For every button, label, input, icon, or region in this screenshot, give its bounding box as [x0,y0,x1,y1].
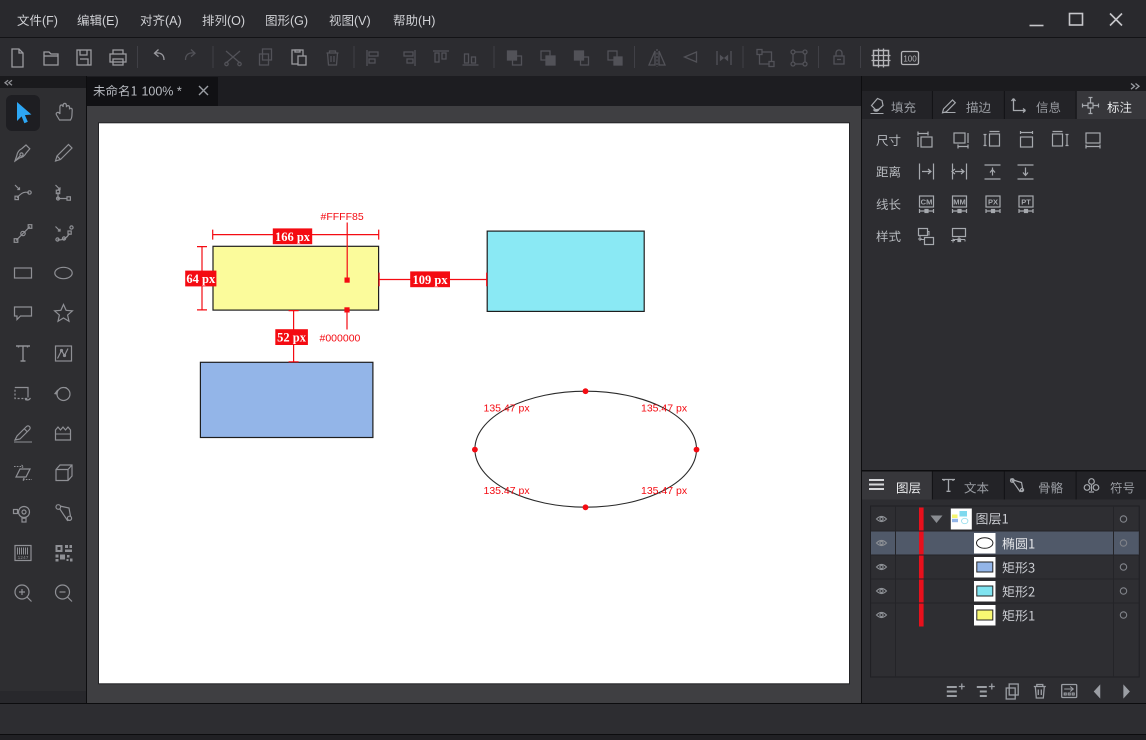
svg-text:166 px: 166 px [275,230,311,244]
svg-text:52 px: 52 px [277,331,307,345]
svg-text:(O): (O) [227,14,245,28]
svg-text:(H): (H) [418,14,435,28]
svg-text:MM: MM [953,198,966,207]
svg-text:100% *: 100% * [141,85,181,99]
svg-text:#000000: #000000 [320,333,361,345]
svg-text:(E): (E) [102,14,119,28]
svg-text:100: 100 [903,55,917,64]
svg-text:135.47 px: 135.47 px [484,402,531,414]
svg-text:1247: 1247 [17,555,28,561]
svg-text:PX: PX [988,198,998,207]
svg-text:135.47 px: 135.47 px [484,485,531,497]
svg-text:(V): (V) [354,14,371,28]
svg-text:135.47 px: 135.47 px [641,485,688,497]
svg-text:64 px: 64 px [186,272,216,286]
svg-text:PT: PT [1021,198,1031,207]
svg-text:(G): (G) [290,14,308,28]
svg-text:109 px: 109 px [413,273,449,287]
svg-text:(F): (F) [42,14,58,28]
svg-text:CM: CM [921,198,933,207]
svg-text:(A): (A) [165,14,182,28]
svg-text:#FFFF85: #FFFF85 [321,211,364,223]
svg-text:135.47 px: 135.47 px [641,402,688,414]
